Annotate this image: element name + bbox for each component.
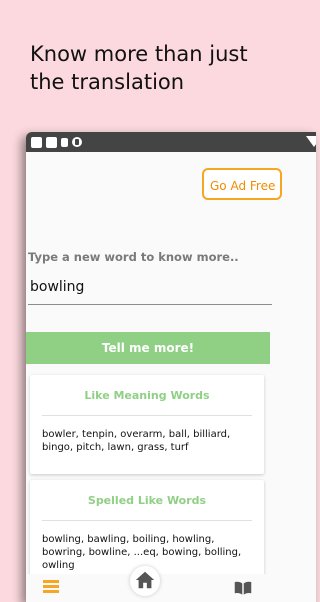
input-prompt: Type a new word to know more.. — [28, 250, 239, 264]
tell-me-more-button[interactable]: Tell me more! — [26, 332, 270, 364]
like-meaning-card: Like Meaning Words bowler, tenpin, overa… — [30, 375, 264, 474]
home-icon — [135, 571, 155, 589]
app-notification-icon — [72, 137, 82, 147]
card-title: Like Meaning Words — [84, 389, 210, 402]
book-icon[interactable] — [234, 580, 252, 596]
headline: Know more than just the translation — [30, 42, 248, 94]
notification-icon — [31, 136, 42, 148]
app-content: Go Ad Free Type a new word to know more.… — [26, 152, 316, 602]
card-title: Spelled Like Words — [87, 494, 207, 507]
word-input[interactable] — [28, 270, 272, 305]
card-words: bowler, tenpin, overarm, ball, billiard,… — [42, 429, 231, 453]
card-words: bowling, bawling, boiling, howling, bowr… — [42, 534, 242, 571]
bottom-nav — [26, 566, 316, 602]
sd-card-icon — [61, 137, 68, 147]
notification-icon — [46, 136, 57, 148]
go-ad-free-button[interactable]: Go Ad Free — [202, 168, 282, 200]
status-bar — [26, 132, 316, 152]
wifi-icon — [306, 136, 316, 147]
phone-frame: Go Ad Free Type a new word to know more.… — [26, 132, 316, 602]
